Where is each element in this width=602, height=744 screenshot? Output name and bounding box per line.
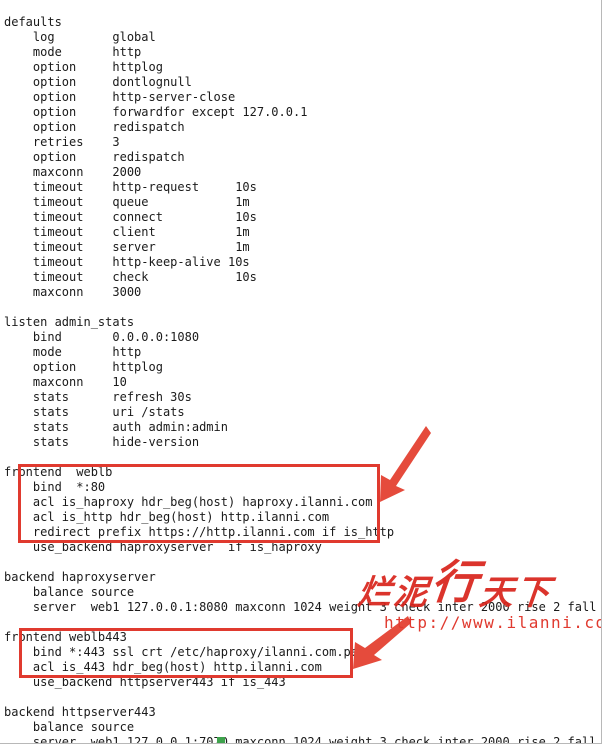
code-line: server web1 127.0.0.1:8080 maxconn 1024 … — [4, 600, 602, 614]
code-line: option forwardfor except 127.0.0.1 — [4, 105, 308, 119]
code-line: use_backend haproxyserver if is_haproxy — [4, 540, 322, 554]
code-line: option redispatch — [4, 150, 185, 164]
code-line: option redispatch — [4, 120, 185, 134]
code-line: option httplog — [4, 60, 163, 74]
code-line: bind *:80 — [4, 480, 106, 494]
code-line: mode http — [4, 45, 142, 59]
code-line: use_backend httpserver443 if is_443 — [4, 675, 286, 689]
code-line: bind *:443 ssl crt /etc/haproxy/ilanni.c… — [4, 645, 366, 659]
code-line: timeout http-request 10s — [4, 180, 257, 194]
code-line: option http-server-close — [4, 90, 236, 104]
code-line: backend httpserver443 — [4, 705, 156, 719]
code-line: acl is_443 hdr_beg(host) http.ilanni.com — [4, 660, 322, 674]
code-line: maxconn 10 — [4, 375, 127, 389]
code-line: maxconn 3000 — [4, 285, 142, 299]
code-line: timeout connect 10s — [4, 210, 257, 224]
code-line: server web1 127.0.0.1:7070 maxconn 1024 … — [4, 735, 602, 744]
code-line: mode http — [4, 345, 142, 359]
terminal-cursor — [217, 737, 225, 743]
code-line: timeout check 10s — [4, 270, 257, 284]
code-line: stats uri /stats — [4, 405, 185, 419]
code-line: stats refresh 30s — [4, 390, 192, 404]
code-line: frontend weblb443 — [4, 630, 127, 644]
haproxy-config-text: defaults log global mode http option htt… — [0, 12, 602, 744]
code-line: maxconn 2000 — [4, 165, 142, 179]
code-line: redirect prefix https://http.ilanni.com … — [4, 525, 395, 539]
code-line: listen admin_stats — [4, 315, 135, 329]
code-line: stats auth admin:admin — [4, 420, 228, 434]
screenshot-canvas: defaults log global mode http option htt… — [0, 0, 602, 744]
code-line: balance source — [4, 720, 135, 734]
code-line: stats hide-version — [4, 435, 200, 449]
code-line: option httplog — [4, 360, 163, 374]
code-line: timeout queue 1m — [4, 195, 250, 209]
code-line: bind 0.0.0.0:1080 — [4, 330, 200, 344]
code-line: retries 3 — [4, 135, 120, 149]
code-line: timeout client 1m — [4, 225, 250, 239]
code-line: log global — [4, 30, 156, 44]
code-line: option dontlognull — [4, 75, 192, 89]
code-line: acl is_haproxy hdr_beg(host) haproxy.ila… — [4, 495, 373, 509]
code-line: timeout http-keep-alive 10s — [4, 255, 250, 269]
code-line: acl is_http hdr_beg(host) http.ilanni.co… — [4, 510, 330, 524]
code-line: frontend weblb — [4, 465, 113, 479]
code-line: defaults — [4, 15, 62, 29]
code-line: timeout server 1m — [4, 240, 250, 254]
code-line: balance source — [4, 585, 135, 599]
code-line: backend haproxyserver — [4, 570, 156, 584]
